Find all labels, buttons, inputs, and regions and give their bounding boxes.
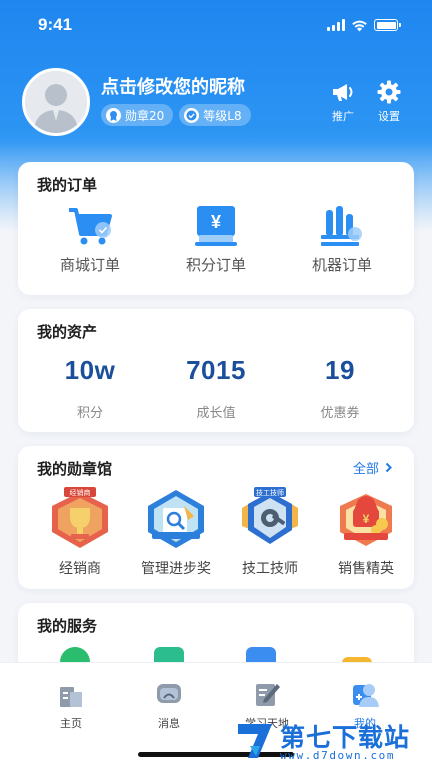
settings-label: 设置 — [378, 110, 400, 123]
mall-orders-label: 商城订单 — [59, 256, 120, 274]
cart-icon — [69, 208, 112, 245]
management-medal-icon — [148, 490, 204, 548]
machine-icon — [321, 206, 362, 246]
medal-sales-label: 销售精英 — [338, 561, 394, 577]
avatar[interactable] — [22, 68, 90, 136]
learning-icon — [256, 684, 280, 706]
default-avatar-icon — [25, 71, 87, 133]
profile-badges: 勋章20 等级L8 — [101, 104, 251, 126]
header-actions: 推广 设置 — [330, 79, 402, 124]
svg-text:¥: ¥ — [363, 512, 370, 526]
medal-sales[interactable]: ¥ 销售精英 — [318, 486, 414, 578]
svg-text:¥: ¥ — [211, 212, 221, 232]
watermark: 第七下载站 www.d7down.com — [236, 716, 428, 766]
watermark-url: www.d7down.com — [280, 749, 396, 762]
medal-count-badge[interactable]: 勋章20 — [101, 104, 174, 126]
battery-icon — [374, 19, 401, 31]
growth-label: 成长值 — [196, 406, 236, 421]
promote-button[interactable]: 推广 — [330, 79, 356, 124]
coupons-asset[interactable]: 19 优惠券 — [280, 355, 400, 421]
medals-card: 我的勋章馆 全部 经销商 经销商 管理进步奖 技工技师 技工技师 ¥ 销售精英 — [18, 446, 414, 589]
medal-count-label: 勋章20 — [125, 108, 165, 123]
growth-value: 7015 — [186, 355, 246, 385]
yen-points-icon: ¥ — [195, 206, 237, 246]
tab-messages-label: 消息 — [158, 717, 180, 730]
status-bar: 9:41 — [0, 0, 432, 50]
machine-orders-button[interactable]: 机器订单 — [282, 204, 402, 275]
medals-title: 我的勋章馆 — [37, 461, 113, 478]
points-value: 10w — [64, 355, 116, 385]
medals-all-link[interactable]: 全部 — [353, 458, 392, 477]
signal-icon — [327, 19, 345, 31]
status-time: 9:41 — [38, 15, 73, 34]
medal-dealer-label: 经销商 — [59, 561, 101, 577]
trophy-medal-icon: 经销商 — [52, 487, 108, 548]
medal-technician[interactable]: 技工技师 技工技师 — [222, 486, 318, 578]
medal-icon — [106, 107, 121, 123]
tab-messages[interactable]: 消息 — [126, 679, 212, 731]
assets-card: 我的资产 10w 积分 7015 成长值 19 优惠券 — [18, 309, 414, 432]
level-label: 等级L8 — [203, 108, 242, 123]
points-label: 积分 — [76, 406, 103, 421]
mall-orders-button[interactable]: 商城订单 — [30, 204, 150, 275]
machine-orders-label: 机器订单 — [311, 256, 372, 274]
technician-medal-icon: 技工技师 — [242, 487, 298, 544]
coupons-label: 优惠券 — [320, 406, 360, 421]
profile-icon — [353, 684, 379, 707]
medal-management-label: 管理进步奖 — [141, 561, 211, 577]
growth-asset[interactable]: 7015 成长值 — [156, 355, 276, 421]
medal-dealer[interactable]: 经销商 经销商 — [32, 486, 128, 578]
megaphone-icon — [333, 84, 353, 101]
svg-text:技工技师: 技工技师 — [256, 488, 284, 497]
points-orders-label: 积分订单 — [185, 256, 246, 274]
wifi-icon — [352, 20, 367, 31]
promote-label: 推广 — [332, 110, 354, 123]
points-asset[interactable]: 10w 积分 — [30, 355, 150, 421]
points-orders-button[interactable]: ¥ 积分订单 — [156, 204, 276, 275]
medal-management[interactable]: 管理进步奖 — [128, 486, 224, 578]
message-icon — [157, 684, 181, 703]
gear-icon — [377, 80, 401, 104]
orders-title: 我的订单 — [37, 177, 98, 194]
status-icons — [327, 19, 401, 32]
settings-button[interactable]: 设置 — [376, 79, 402, 124]
coupons-value: 19 — [325, 355, 355, 385]
svg-text:经销商: 经销商 — [70, 488, 91, 497]
nickname[interactable]: 点击修改您的昵称 — [101, 73, 245, 99]
chevron-right-icon — [385, 462, 392, 473]
medals-all-label: 全部 — [352, 462, 379, 477]
orders-card: 我的订单 商城订单 ¥ 积分订单 机器订单 — [18, 162, 414, 295]
level-check-icon — [184, 107, 200, 123]
tab-home-label: 主页 — [60, 717, 82, 730]
services-title: 我的服务 — [37, 618, 98, 635]
medal-technician-label: 技工技师 — [242, 561, 298, 577]
level-badge[interactable]: 等级L8 — [179, 104, 251, 126]
home-building-icon — [60, 687, 82, 707]
sales-medal-icon: ¥ — [340, 494, 392, 546]
assets-title: 我的资产 — [37, 324, 98, 341]
watermark-logo-icon — [238, 724, 272, 758]
tab-home[interactable]: 主页 — [28, 679, 114, 731]
